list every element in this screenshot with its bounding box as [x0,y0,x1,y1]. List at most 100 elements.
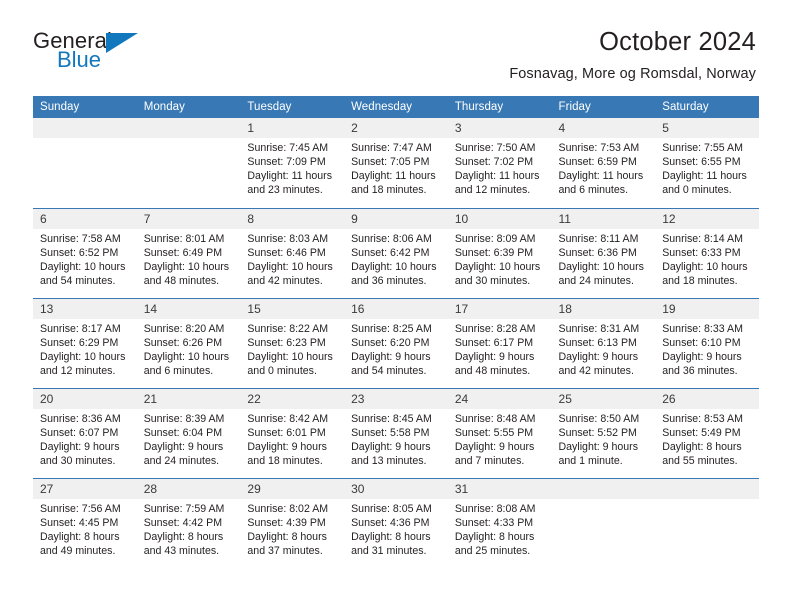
day-box: 26 Sunrise: 8:53 AM Sunset: 5:49 PM Dayligh… [655,388,759,478]
day-detail-line: Sunset: 5:58 PM [351,426,430,439]
day-number: 27 [33,478,137,499]
day-detail-line: Daylight: 10 hours [454,260,541,273]
day-cell-10[interactable]: 10 Sunrise: 8:09 AM Sunset: 6:39 PM Dayligh… [447,207,552,298]
day-detail-line: Sunset: 6:20 PM [351,336,430,349]
day-number: 26 [655,388,759,409]
day-number: 5 [655,118,759,138]
day-detail-line: Sunset: 7:02 PM [454,156,534,169]
day-cell-6[interactable]: 6 Sunrise: 7:58 AM Sunset: 6:52 PM Daylight… [33,207,137,298]
day-cell-31[interactable]: 31 Sunrise: 8:08 AM Sunset: 4:33 PM Dayligh… [447,477,552,568]
day-cell-9[interactable]: 9 Sunrise: 8:06 AM Sunset: 6:42 PM Daylight… [344,207,448,298]
day-details: Sunrise: 8:14 AM Sunset: 6:33 PM Daylight:… [655,229,759,288]
day-cell-15[interactable]: 15 Sunrise: 8:22 AM Sunset: 6:23 PM Dayligh… [240,297,345,388]
day-cell-14[interactable]: 14 Sunrise: 8:20 AM Sunset: 6:26 PM Dayligh… [136,297,241,388]
day-cell-23[interactable]: 23 Sunrise: 8:45 AM Sunset: 5:58 PM Dayligh… [344,387,448,478]
day-details: Sunrise: 7:59 AM Sunset: 4:42 PM Daylight:… [137,499,241,558]
day-cell-2[interactable]: 2 Sunrise: 7:47 AM Sunset: 7:05 PM Daylight… [344,118,448,208]
day-box: 20 Sunrise: 8:36 AM Sunset: 6:07 PM Dayligh… [33,388,137,478]
day-number: 21 [136,388,241,409]
calendar-table: Sunday Monday Tuesday Wednesday Thursday Frid… [33,96,759,568]
day-cell-12[interactable]: 12 Sunrise: 8:14 AM Sunset: 6:33 PM Dayligh… [655,207,759,298]
day-detail-line: Sunrise: 8:33 AM [662,322,743,335]
weekday-header-friday: Friday [551,96,656,118]
day-detail-line: and 12 minutes. [40,364,116,377]
day-details: Sunrise: 8:50 AM Sunset: 5:52 PM Daylight:… [552,409,656,468]
day-number [655,478,759,499]
day-cell-29[interactable]: 29 Sunrise: 8:02 AM Sunset: 4:39 PM Dayligh… [240,477,345,568]
day-box [136,118,241,208]
day-cell-3[interactable]: 3 Sunrise: 7:50 AM Sunset: 7:02 PM Daylight… [447,118,552,208]
day-detail-line: Daylight: 9 hours [558,440,639,453]
day-detail-line: Sunrise: 8:50 AM [558,412,640,425]
day-detail-line: Sunrise: 8:02 AM [247,502,329,515]
day-details: Sunrise: 7:45 AM Sunset: 7:09 PM Daylight:… [240,138,344,197]
day-cell-11[interactable]: 11 Sunrise: 8:11 AM Sunset: 6:36 PM Dayligh… [551,207,656,298]
day-cell-4[interactable]: 4 Sunrise: 7:53 AM Sunset: 6:59 PM Daylight… [551,118,656,208]
day-cell-1[interactable]: 1 Sunrise: 7:45 AM Sunset: 7:09 PM Daylight… [240,118,345,208]
day-detail-line: Sunrise: 8:09 AM [454,232,536,245]
day-detail-line: Daylight: 8 hours [40,530,120,543]
day-number: 12 [655,208,759,229]
day-cell-13[interactable]: 13 Sunrise: 8:17 AM Sunset: 6:29 PM Dayligh… [33,297,137,388]
day-cell-30[interactable]: 30 Sunrise: 8:05 AM Sunset: 4:36 PM Dayligh… [344,477,448,568]
day-box: 3 Sunrise: 7:50 AM Sunset: 7:02 PM Daylight… [447,118,552,208]
day-detail-line: Sunset: 6:23 PM [247,336,326,349]
day-details: Sunrise: 7:58 AM Sunset: 6:52 PM Daylight:… [33,229,137,288]
day-detail-line: Daylight: 9 hours [454,350,535,363]
day-cell-20[interactable]: 20 Sunrise: 8:36 AM Sunset: 6:07 PM Dayligh… [33,387,137,478]
day-box: 9 Sunrise: 8:06 AM Sunset: 6:42 PM Daylight… [344,208,448,298]
day-detail-line: Sunrise: 8:06 AM [351,232,432,245]
day-detail-line: Sunrise: 8:17 AM [40,322,121,335]
day-details: Sunrise: 8:02 AM Sunset: 4:39 PM Daylight:… [240,499,344,558]
day-detail-line: Daylight: 11 hours [662,170,747,183]
day-cell-19[interactable]: 19 Sunrise: 8:33 AM Sunset: 6:10 PM Dayligh… [655,297,759,388]
day-cell-5[interactable]: 5 Sunrise: 7:55 AM Sunset: 6:55 PM Daylight… [655,118,759,208]
day-detail-line: Daylight: 10 hours [40,260,126,273]
day-detail-line: and 37 minutes. [247,544,323,557]
day-details: Sunrise: 8:06 AM Sunset: 6:42 PM Daylight:… [344,229,448,288]
generalblue-logo[interactable]: General Blue [33,26,151,71]
day-number: 9 [344,208,448,229]
day-cell-empty [655,477,759,569]
day-cell-7[interactable]: 7 Sunrise: 8:01 AM Sunset: 6:49 PM Daylight… [136,207,241,298]
day-cell-8[interactable]: 8 Sunrise: 8:03 AM Sunset: 6:46 PM Daylight… [240,207,345,298]
day-box: 5 Sunrise: 7:55 AM Sunset: 6:55 PM Daylight… [655,118,759,208]
day-details: Sunrise: 8:22 AM Sunset: 6:23 PM Daylight:… [240,319,344,378]
day-cell-18[interactable]: 18 Sunrise: 8:31 AM Sunset: 6:13 PM Dayligh… [551,297,656,388]
day-number [551,478,656,499]
week-row: 6 Sunrise: 7:58 AM Sunset: 6:52 PM Daylight… [33,207,759,298]
day-detail-line: Sunrise: 8:42 AM [247,412,329,425]
day-detail-line: Sunset: 6:39 PM [454,246,534,259]
day-detail-line: Sunrise: 8:03 AM [247,232,329,245]
day-number: 17 [447,298,552,319]
day-cell-17[interactable]: 17 Sunrise: 8:28 AM Sunset: 6:17 PM Dayligh… [447,297,552,388]
day-detail-line: Sunrise: 8:14 AM [662,232,743,245]
day-cell-25[interactable]: 25 Sunrise: 8:50 AM Sunset: 5:52 PM Dayligh… [551,387,656,478]
day-detail-line: Daylight: 9 hours [247,440,327,453]
day-cell-21[interactable]: 21 Sunrise: 8:39 AM Sunset: 6:04 PM Dayligh… [136,387,241,478]
page-title: October 2024 [599,28,756,56]
day-detail-line: and 0 minutes. [662,184,732,197]
day-cell-22[interactable]: 22 Sunrise: 8:42 AM Sunset: 6:01 PM Dayligh… [240,387,345,478]
day-cell-24[interactable]: 24 Sunrise: 8:48 AM Sunset: 5:55 PM Dayligh… [447,387,552,478]
day-detail-line: Daylight: 10 hours [143,260,230,273]
day-number: 24 [447,388,552,409]
day-details: Sunrise: 7:47 AM Sunset: 7:05 PM Daylight:… [344,138,448,197]
day-cell-empty [33,118,137,208]
calendar-body: 1 Sunrise: 7:45 AM Sunset: 7:09 PM Daylight… [33,118,759,568]
day-cell-26[interactable]: 26 Sunrise: 8:53 AM Sunset: 5:49 PM Dayligh… [655,387,759,478]
day-cell-16[interactable]: 16 Sunrise: 8:25 AM Sunset: 6:20 PM Dayligh… [344,297,448,388]
day-details: Sunrise: 8:31 AM Sunset: 6:13 PM Daylight:… [552,319,656,378]
day-cell-27[interactable]: 27 Sunrise: 7:56 AM Sunset: 4:45 PM Dayligh… [33,477,137,568]
day-detail-line: Sunset: 6:59 PM [558,156,637,169]
day-box [655,478,759,569]
day-cell-28[interactable]: 28 Sunrise: 7:59 AM Sunset: 4:42 PM Dayligh… [136,477,241,568]
day-detail-line: and 6 minutes. [558,184,629,197]
weekday-header-monday: Monday [136,96,241,118]
day-detail-line: Sunset: 4:33 PM [454,516,534,529]
day-detail-line: and 49 minutes. [40,544,116,557]
day-number: 14 [136,298,241,319]
weekday-header-wednesday: Wednesday [344,96,448,118]
day-detail-line: and 0 minutes. [247,364,317,377]
day-box: 10 Sunrise: 8:09 AM Sunset: 6:39 PM Dayligh… [447,208,552,298]
